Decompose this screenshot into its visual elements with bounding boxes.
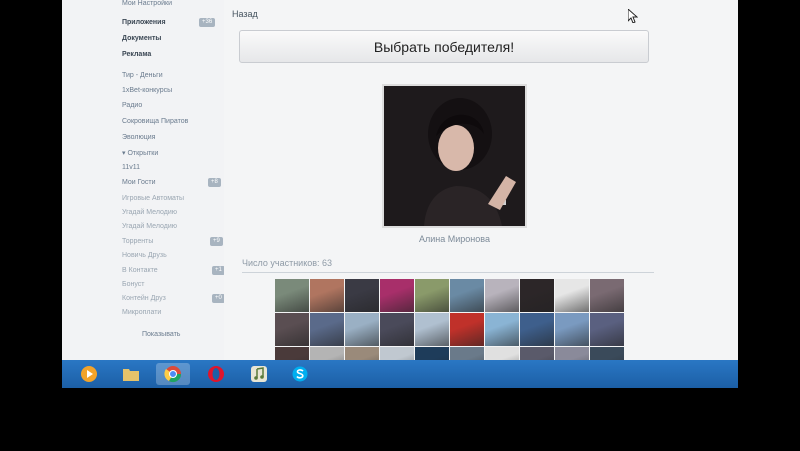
- sidebar-item-app[interactable]: Микроплати: [122, 309, 161, 316]
- sidebar-item-app[interactable]: Контейн Друз: [122, 295, 166, 302]
- browser-screen: Мои Настройки Приложения +36 Документы Р…: [62, 0, 738, 388]
- winner-portrait-image: [384, 86, 525, 226]
- chrome-icon: [164, 366, 182, 383]
- left-sidebar: Мои Настройки Приложения +36 Документы Р…: [62, 0, 225, 360]
- sidebar-item-documents[interactable]: Документы: [122, 35, 161, 42]
- sidebar-item-app[interactable]: Угадай Мелодию: [122, 223, 177, 230]
- guests-count-badge: +8: [208, 178, 221, 187]
- music-button[interactable]: [242, 363, 276, 385]
- sidebar-item-settings[interactable]: Мои Настройки: [122, 0, 172, 7]
- sidebar-item-app[interactable]: ▾ Открытки: [122, 149, 158, 157]
- sidebar-item-app[interactable]: Эволюция: [122, 134, 155, 141]
- sidebar-item-app[interactable]: Тир - Деньги: [122, 72, 163, 79]
- participant-avatar[interactable]: [275, 313, 309, 346]
- winner-photo[interactable]: [382, 84, 527, 228]
- participant-avatar[interactable]: [310, 279, 344, 312]
- participant-avatar[interactable]: [485, 313, 519, 346]
- participant-avatar[interactable]: [555, 279, 589, 312]
- sidebar-show-more[interactable]: Показывать: [142, 331, 180, 338]
- sidebar-item-apps[interactable]: Приложения: [122, 19, 166, 26]
- participant-avatar[interactable]: [450, 279, 484, 312]
- windows-taskbar: [62, 360, 738, 388]
- participant-avatar[interactable]: [590, 313, 624, 346]
- torrents-count-badge: +9: [210, 237, 223, 246]
- sidebar-item-app[interactable]: Сокровища Пиратов: [122, 118, 188, 125]
- participant-avatar[interactable]: [485, 279, 519, 312]
- opera-button[interactable]: [199, 363, 233, 385]
- chrome-button[interactable]: [156, 363, 190, 385]
- skype-button[interactable]: [283, 363, 317, 385]
- participant-avatar[interactable]: [555, 313, 589, 346]
- sidebar-item-app[interactable]: В Контакте: [122, 267, 158, 274]
- sidebar-item-app[interactable]: Мои Гости: [122, 179, 156, 186]
- participant-avatar[interactable]: [415, 279, 449, 312]
- music-icon: [251, 366, 267, 382]
- skype-icon: [292, 366, 308, 382]
- pick-winner-button[interactable]: Выбрать победителя!: [239, 30, 649, 63]
- main-content: Назад Выбрать победителя! Алина Миронова…: [224, 0, 738, 380]
- participant-avatar[interactable]: [520, 313, 554, 346]
- participant-avatar[interactable]: [345, 313, 379, 346]
- participant-avatar[interactable]: [380, 313, 414, 346]
- sidebar-item-app[interactable]: Игровые Автоматы: [122, 195, 184, 202]
- apps-count-badge: +36: [199, 18, 216, 27]
- sidebar-item-app[interactable]: 1xBet-конкурсы: [122, 87, 172, 94]
- sidebar-item-app[interactable]: 11v11: [122, 164, 140, 171]
- back-link[interactable]: Назад: [232, 9, 258, 19]
- participant-avatar[interactable]: [310, 313, 344, 346]
- friends-count-badge: +0: [212, 294, 225, 303]
- sidebar-item-app[interactable]: Торренты: [122, 238, 153, 245]
- mouse-cursor-icon: [628, 9, 638, 23]
- participant-avatar[interactable]: [590, 279, 624, 312]
- sidebar-item-app[interactable]: Угадай Мелодию: [122, 209, 177, 216]
- sidebar-item-ads[interactable]: Реклама: [122, 51, 151, 58]
- participant-avatar[interactable]: [275, 279, 309, 312]
- participant-avatar[interactable]: [380, 279, 414, 312]
- sidebar-item-app[interactable]: Радио: [122, 102, 142, 109]
- folder-icon: [123, 369, 139, 381]
- participant-avatar[interactable]: [520, 279, 554, 312]
- sidebar-item-app[interactable]: Бонуст: [122, 281, 144, 288]
- explorer-button[interactable]: [114, 363, 148, 385]
- participant-avatar[interactable]: [450, 313, 484, 346]
- opera-icon: [208, 366, 224, 382]
- participants-count: Число участников: 63: [242, 258, 333, 268]
- vk-count-badge: +1: [212, 266, 225, 275]
- participant-avatar[interactable]: [415, 313, 449, 346]
- participant-avatar[interactable]: [345, 279, 379, 312]
- winner-name[interactable]: Алина Миронова: [382, 234, 527, 244]
- divider: [242, 272, 654, 273]
- media-player-icon: [81, 366, 97, 382]
- media-player-button[interactable]: [72, 363, 106, 385]
- sidebar-item-app[interactable]: Новичь Друзь: [122, 252, 167, 259]
